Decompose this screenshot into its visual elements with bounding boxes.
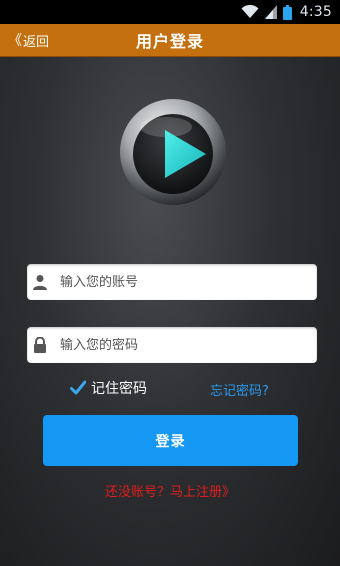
- login-button[interactable]: 登录: [43, 415, 298, 466]
- username-input[interactable]: [60, 274, 317, 290]
- status-icons: [241, 4, 292, 20]
- user-icon: [33, 275, 47, 290]
- signal-icon: [264, 5, 277, 19]
- forgot-password-link[interactable]: 忘记密码?: [210, 380, 269, 399]
- password-input[interactable]: [60, 337, 317, 353]
- remember-label: 记住密码: [91, 381, 147, 397]
- wifi-icon: [241, 5, 259, 18]
- title-bar: 《 返回 用户登录: [0, 24, 340, 57]
- checkmark-icon: [70, 380, 86, 395]
- page-title: 用户登录: [135, 32, 204, 51]
- battery-icon: [282, 4, 292, 20]
- status-bar: 4:35: [0, 0, 340, 24]
- back-label: 返回: [23, 34, 50, 50]
- register-link[interactable]: 还没账号？马上注册》: [0, 481, 340, 500]
- remember-password-checkbox[interactable]: 记住密码: [70, 378, 147, 398]
- back-button[interactable]: 《 返回: [8, 24, 49, 56]
- password-field[interactable]: [27, 327, 317, 363]
- back-chevron-icon: 《: [8, 33, 22, 49]
- status-time: 4:35: [299, 4, 332, 20]
- username-field[interactable]: [27, 264, 317, 300]
- play-logo-icon: [120, 99, 226, 205]
- lock-icon: [34, 337, 46, 353]
